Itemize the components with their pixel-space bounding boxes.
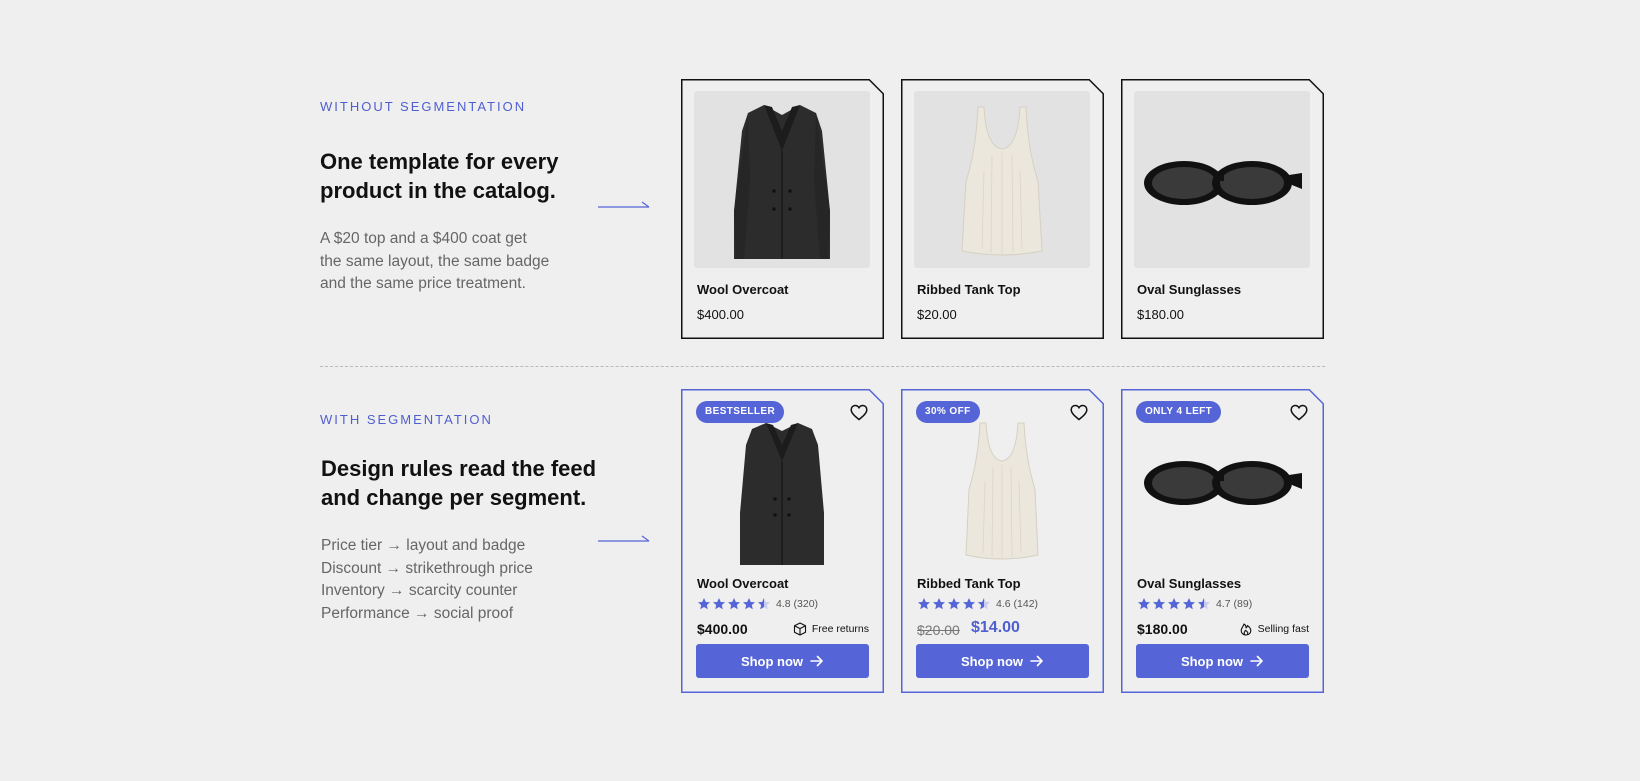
stars xyxy=(697,597,771,611)
product-name: Oval Sunglasses xyxy=(1137,282,1242,297)
heart-icon[interactable] xyxy=(850,404,868,421)
section-label-with: WITH SEGMENTATION xyxy=(320,412,493,427)
headline-with: Design rules read the feed and change pe… xyxy=(321,454,621,512)
product-name: Ribbed Tank Top xyxy=(917,576,1021,591)
headline-line: Design rules read the feed xyxy=(321,456,597,481)
rule-item: Performance → social proof xyxy=(321,604,514,622)
scarcity-badge: ONLY 4 LEFT xyxy=(1136,401,1221,423)
shop-now-button[interactable]: Shop now xyxy=(916,644,1089,678)
shop-now-label: Shop now xyxy=(740,653,804,669)
product-card[interactable]: BESTSELLER Wool Overcoat 4.8 (320) $400.… xyxy=(681,389,884,693)
stars xyxy=(1137,597,1211,611)
rating-text: 4.7 (89) xyxy=(1216,598,1253,610)
product-price: $400.00 xyxy=(697,621,748,637)
product-name: Wool Overcoat xyxy=(697,576,789,591)
headline-without: One template for every product in the ca… xyxy=(320,147,620,205)
product-price: $20.00 xyxy=(917,307,957,322)
sunglasses-image xyxy=(1134,91,1310,268)
rules-list: Price tier → layout and badge Discount →… xyxy=(321,535,581,625)
desc-line: the same layout, the same badge xyxy=(320,252,550,270)
half-star-icon xyxy=(1197,597,1211,611)
product-card[interactable]: Ribbed Tank Top $20.00 xyxy=(901,79,1104,339)
stars xyxy=(917,597,991,611)
star-icon xyxy=(1137,597,1151,611)
rating-text: 4.8 (320) xyxy=(776,598,819,610)
headline-line: and change per segment. xyxy=(321,485,587,510)
price-row: $180.00 Selling fast xyxy=(1137,619,1309,639)
product-name: Oval Sunglasses xyxy=(1137,576,1242,591)
sale-price: $14.00 xyxy=(971,619,1020,636)
star-icon xyxy=(1182,597,1196,611)
bestseller-badge: BESTSELLER xyxy=(696,401,784,423)
star-icon xyxy=(962,597,976,611)
desc-line: and the same price treatment. xyxy=(320,275,526,292)
rule-item: Inventory → scarcity counter xyxy=(321,582,518,599)
shop-now-button[interactable]: Shop now xyxy=(1136,644,1309,678)
sunglasses-image xyxy=(1134,397,1310,572)
shop-now-button[interactable]: Shop now xyxy=(696,644,869,678)
tank-top-image xyxy=(914,397,1090,572)
product-price: $400.00 xyxy=(697,307,744,322)
description-without: A $20 top and a $400 coat get the same l… xyxy=(320,228,580,296)
star-rating: 4.7 (89) xyxy=(1137,597,1252,611)
section-divider xyxy=(320,366,1325,367)
coat-image xyxy=(694,397,870,572)
perk-label: Free returns xyxy=(811,623,869,635)
headline-line: product in the catalog. xyxy=(320,178,556,203)
arrow-right-icon xyxy=(598,201,650,208)
tank-top-image xyxy=(914,91,1090,268)
star-icon xyxy=(742,597,756,611)
rule-item: Discount → strikethrough price xyxy=(321,559,533,577)
product-card[interactable]: 30% OFF Ribbed Tank Top 4.6 (142) $20.00… xyxy=(901,389,1104,693)
price-row: $20.00 $14.00 xyxy=(917,619,1089,639)
headline-line: One template for every xyxy=(320,149,559,174)
original-price: $20.00 xyxy=(917,622,960,638)
half-star-icon xyxy=(977,597,991,611)
coat-image xyxy=(694,91,870,268)
half-star-icon xyxy=(757,597,771,611)
rating-text: 4.6 (142) xyxy=(996,598,1039,610)
product-name: Ribbed Tank Top xyxy=(917,282,1021,297)
shop-now-label: Shop now xyxy=(960,653,1024,669)
arrow-right-icon xyxy=(810,655,824,667)
perk: Free returns xyxy=(793,622,869,636)
price-row: $400.00 Free returns xyxy=(697,619,869,639)
star-icon xyxy=(1167,597,1181,611)
product-price: $180.00 xyxy=(1137,621,1188,637)
discount-badge: 30% OFF xyxy=(916,401,980,423)
rule-item: Price tier → layout and badge xyxy=(321,537,526,554)
arrow-right-icon xyxy=(1250,655,1264,667)
box-icon xyxy=(793,622,807,636)
flame-icon xyxy=(1239,622,1253,636)
perk-label: Selling fast xyxy=(1257,623,1309,635)
star-icon xyxy=(932,597,946,611)
star-icon xyxy=(917,597,931,611)
desc-line: A $20 top and a $400 coat get xyxy=(320,230,527,247)
star-rating: 4.6 (142) xyxy=(917,597,1038,611)
perk: Selling fast xyxy=(1239,622,1309,636)
product-card[interactable]: Oval Sunglasses $180.00 xyxy=(1121,79,1324,339)
section-label-without: WITHOUT SEGMENTATION xyxy=(320,99,527,114)
shop-now-label: Shop now xyxy=(1180,653,1244,669)
product-name: Wool Overcoat xyxy=(697,282,789,297)
star-rating: 4.8 (320) xyxy=(697,597,818,611)
star-icon xyxy=(697,597,711,611)
star-icon xyxy=(727,597,741,611)
star-icon xyxy=(712,597,726,611)
arrow-right-icon xyxy=(1030,655,1044,667)
product-card[interactable]: Wool Overcoat $400.00 xyxy=(681,79,884,339)
heart-icon[interactable] xyxy=(1070,404,1088,421)
star-icon xyxy=(1152,597,1166,611)
star-icon xyxy=(947,597,961,611)
heart-icon[interactable] xyxy=(1290,404,1308,421)
product-card[interactable]: ONLY 4 LEFT Oval Sunglasses 4.7 (89) $18… xyxy=(1121,389,1324,693)
arrow-right-icon xyxy=(598,535,650,542)
product-price: $180.00 xyxy=(1137,307,1184,322)
